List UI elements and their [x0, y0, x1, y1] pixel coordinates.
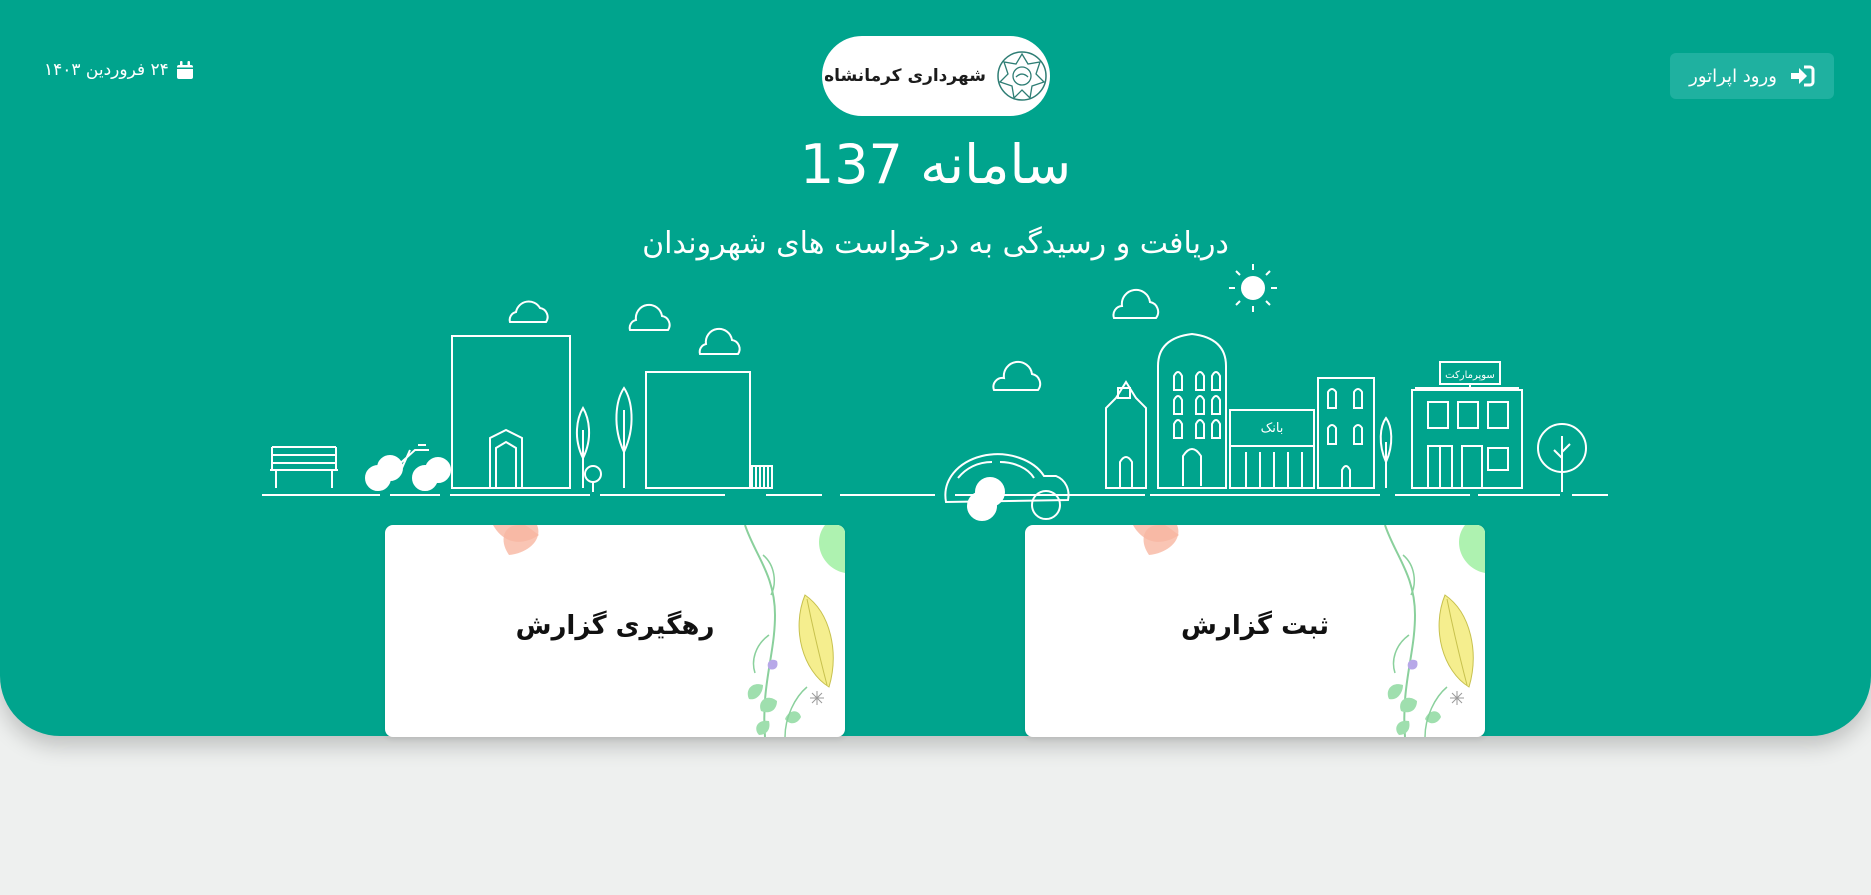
- municipality-emblem-icon: [997, 51, 1047, 101]
- track-report-card[interactable]: رهگیری گزارش: [385, 525, 845, 737]
- supermarket-sign: سوپرمارکت: [1445, 370, 1495, 381]
- sign-in-icon: [1790, 65, 1815, 87]
- date-text: ۲۴ فروردین ۱۴۰۳: [44, 60, 169, 80]
- track-report-label: رهگیری گزارش: [515, 611, 715, 641]
- operator-login-button[interactable]: ورود اپراتور: [1670, 53, 1834, 99]
- city-skyline-illustration: بانک سوپرمارکت: [262, 264, 1608, 521]
- bank-sign: بانک: [1261, 421, 1284, 436]
- submit-report-label: ثبت گزارش: [1180, 611, 1329, 641]
- page-title: سامانه 137: [799, 133, 1072, 196]
- current-date: ۲۴ فروردین ۱۴۰۳: [44, 60, 193, 80]
- operator-login-label: ورود اپراتور: [1689, 65, 1777, 87]
- calendar-icon: [176, 61, 193, 79]
- municipality-name: شهرداری کرمانشاه: [824, 66, 986, 86]
- municipality-logo[interactable]: شهرداری کرمانشاه: [822, 36, 1050, 116]
- submit-report-card[interactable]: ثبت گزارش: [1025, 525, 1485, 737]
